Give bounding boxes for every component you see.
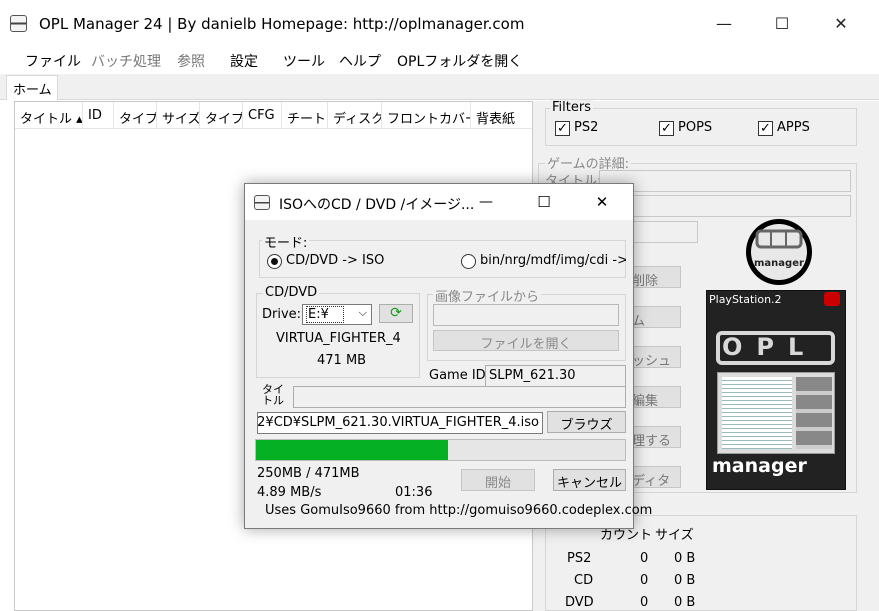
menu-settings[interactable]: 設定: [230, 51, 258, 71]
stats-col-size: サイズ: [655, 528, 694, 543]
footer-credit: Uses GomuIso9660 from http://gomuiso9660…: [265, 503, 653, 518]
window-title: OPL Manager 24 | By danielb Homepage: ht…: [39, 15, 525, 33]
filter-ps2-checkbox[interactable]: ✓: [555, 121, 570, 136]
filters-title: Filters: [550, 100, 593, 115]
cover-brand-text: PlayStation.2: [709, 293, 782, 306]
col-size[interactable]: サイズ: [157, 102, 200, 129]
title-label: タイトル: [262, 383, 284, 407]
cancel-button[interactable]: キャンセル: [553, 469, 626, 491]
dialog-title: ISOへのCD / DVD /イメージ...: [279, 197, 475, 213]
details-button-3[interactable]: ッシュ: [631, 346, 681, 369]
menu-browse[interactable]: 参照: [177, 51, 205, 71]
app-icon: [10, 15, 27, 32]
details-title-field[interactable]: [599, 170, 851, 192]
list-header: タイトル ▴ ID タイプ サイズ タイプ CFG チート ディスク フロントカ…: [15, 102, 532, 129]
stats-dvd-count: 0: [640, 595, 649, 610]
progress-bar-fill: [256, 440, 448, 460]
menu-tools[interactable]: ツール: [283, 51, 325, 71]
filter-apps-label: APPS: [777, 120, 810, 135]
mode-cd-radio[interactable]: [267, 254, 282, 269]
col-cheat[interactable]: チート: [282, 102, 328, 129]
output-path-value: 52¥CD¥SLPM_621.30.VIRTUA_FIGHTER_4.iso: [257, 415, 539, 430]
title-field[interactable]: [293, 386, 626, 408]
dialog-app-icon: [254, 195, 270, 210]
refresh-icon: ⟳: [390, 305, 402, 321]
filter-apps-checkbox[interactable]: ✓: [758, 121, 773, 136]
stats-cd-count: 0: [640, 573, 649, 588]
details-field-2[interactable]: [599, 195, 851, 217]
stats-cd-name: CD: [574, 573, 594, 588]
col-type[interactable]: タイプ: [114, 102, 157, 129]
details-manage-button[interactable]: 理する: [631, 426, 681, 449]
ps-logo-icon: [824, 292, 840, 306]
col-title[interactable]: タイトル ▴: [15, 102, 83, 129]
menu-open-opl-folder[interactable]: OPLフォルダを開く: [397, 51, 522, 71]
dialog-close-button[interactable]: ✕: [580, 185, 624, 219]
disc-art-text: manager: [754, 258, 804, 269]
mode-cd-label: CD/DVD -> ISO: [286, 253, 385, 268]
close-button[interactable]: ✕: [818, 0, 864, 46]
game-id-field[interactable]: SLPM_621.30: [485, 365, 626, 387]
details-edit-button[interactable]: 編集: [631, 386, 681, 409]
drive-select-value: E:¥: [306, 306, 344, 323]
stats-ps2-size: 0 B: [674, 551, 696, 566]
disc-size: 471 MB: [317, 353, 367, 368]
game-id-label: Game ID:: [429, 368, 491, 383]
mode-title: モード:: [262, 232, 310, 251]
stats-dvd-name: DVD: [565, 595, 594, 610]
mode-image-label: bin/nrg/mdf/img/cdi -> ISO: [480, 253, 626, 268]
details-button-2[interactable]: ム: [631, 306, 681, 329]
filter-pops-label: POPS: [678, 120, 713, 135]
col-disc[interactable]: ディスク: [328, 102, 382, 129]
cover-screenshot: [717, 372, 835, 454]
col-type-2[interactable]: タイプ: [200, 102, 243, 129]
tab-home[interactable]: ホーム: [6, 75, 58, 100]
cover-opl-text: OPL: [722, 333, 818, 361]
details-delete-button[interactable]: 削除: [631, 266, 681, 289]
disc-name: VIRTUA_FIGHTER_4: [276, 331, 401, 346]
time-remaining: 01:36: [395, 485, 433, 500]
menu-file[interactable]: ファイル: [25, 51, 81, 71]
details-editor-button[interactable]: ディタ: [631, 466, 681, 489]
dialog-maximize-button[interactable]: ☐: [522, 185, 566, 219]
browse-button[interactable]: ブラウズ: [547, 411, 626, 433]
tab-strip: [0, 74, 879, 100]
cover-manager-text: manager: [712, 455, 807, 477]
menu-batch[interactable]: バッチ処理: [91, 51, 161, 71]
mode-image-radio[interactable]: [461, 254, 476, 269]
stats-ps2-count: 0: [640, 551, 649, 566]
maximize-button[interactable]: ☐: [759, 0, 805, 46]
refresh-drive-button[interactable]: ⟳: [379, 304, 413, 323]
col-front-cover[interactable]: フロントカバー: [382, 102, 471, 129]
minimize-button[interactable]: —: [701, 0, 747, 46]
drive-group-title: CD/DVD: [263, 285, 320, 300]
filter-ps2-label: PS2: [574, 120, 599, 135]
image-file-input[interactable]: [433, 304, 619, 326]
col-spine[interactable]: 背表紙: [471, 102, 532, 129]
drive-select[interactable]: E:¥ ⌵: [302, 304, 372, 325]
output-path-field[interactable]: 52¥CD¥SLPM_621.30.VIRTUA_FIGHTER_4.iso: [257, 412, 543, 434]
filter-pops-checkbox[interactable]: ✓: [659, 121, 674, 136]
col-id[interactable]: ID: [83, 102, 114, 129]
disc-opl-logo: [755, 229, 803, 249]
speed-text: 4.89 MB/s: [257, 485, 322, 500]
menu-help[interactable]: ヘルプ: [339, 51, 381, 71]
stats-cd-size: 0 B: [674, 573, 696, 588]
image-file-group-title: 画像ファイルから: [433, 286, 542, 305]
start-button[interactable]: 開始: [461, 469, 535, 491]
col-cfg[interactable]: CFG: [243, 102, 282, 129]
dialog-minimize-button[interactable]: —: [464, 185, 508, 219]
open-file-button[interactable]: ファイルを開く: [433, 330, 619, 352]
progress-text: 250MB / 471MB: [257, 466, 360, 481]
chevron-down-icon: ⌵: [358, 306, 367, 319]
stats-ps2-name: PS2: [567, 551, 592, 566]
stats-dvd-size: 0 B: [674, 595, 696, 610]
drive-label: Drive:: [262, 307, 302, 322]
